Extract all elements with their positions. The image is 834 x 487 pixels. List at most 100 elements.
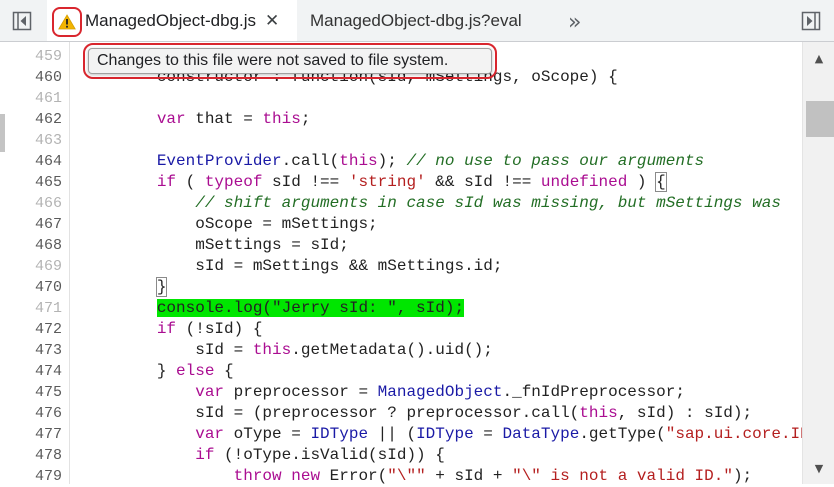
code-token: oType = (224, 425, 311, 443)
more-tabs-button[interactable]: » (568, 10, 581, 35)
tab-label: ManagedObject-dbg.js (85, 10, 257, 30)
panel-left-icon (12, 11, 32, 31)
code-token: this (339, 152, 378, 170)
code-line: // shift arguments in case sId was missi… (80, 193, 781, 214)
code-token: || ( (368, 425, 417, 443)
code-token: "sap.ui.core.ID" (665, 425, 802, 443)
line-number[interactable]: 476 (35, 403, 62, 424)
code-token: this (252, 341, 292, 359)
code-token: oScope = mSettings; (80, 215, 378, 233)
code-token: "\"" (387, 467, 426, 484)
code-token: mSettings = sId; (80, 236, 349, 254)
code-token: // shift arguments in case sId was missi… (195, 194, 781, 212)
code-token: throw new (80, 467, 321, 484)
code-token: ); (732, 467, 753, 484)
code-token: ._fnIdPreprocessor; (502, 383, 685, 401)
code-token: (!sId) { (176, 320, 263, 338)
code-token: ; (300, 110, 311, 128)
tab-managedobject-dbg[interactable]: ManagedObject-dbg.js ✕ (47, 0, 297, 41)
line-number[interactable]: 477 (35, 424, 62, 445)
line-number[interactable]: 467 (35, 214, 62, 235)
gutter-marker (0, 114, 5, 152)
line-number[interactable]: 473 (35, 340, 62, 361)
vertical-scrollbar[interactable]: ▲ ▼ (802, 42, 834, 484)
code-token: 'string' (348, 173, 426, 191)
code-token: IDType (416, 425, 474, 443)
line-number[interactable]: 474 (35, 361, 62, 382)
line-number[interactable]: 462 (35, 109, 62, 130)
code-line: var oType = IDType || (IDType = DataType… (80, 424, 802, 445)
code-token: ( (176, 173, 205, 191)
line-number[interactable]: 460 (35, 67, 62, 88)
code-token: typeof (204, 173, 263, 191)
code-token: // no use to pass our arguments (406, 152, 705, 170)
code-token: } (155, 277, 168, 297)
code-line: sId = mSettings && mSettings.id; (80, 256, 502, 277)
code-line: if (!oType.isValid(sId)) { (80, 445, 445, 466)
code-token: if (80, 446, 215, 464)
line-number[interactable]: 472 (35, 319, 62, 340)
warning-triangle-icon (58, 14, 76, 30)
code-token: Error( (320, 467, 388, 484)
code-token: sId = mSettings && mSettings.id; (80, 257, 503, 275)
panel-right-icon (801, 11, 821, 31)
unsaved-warning-badge[interactable] (52, 7, 82, 37)
line-number[interactable]: 466 (35, 193, 62, 214)
tab-managedobject-dbg-eval[interactable]: ManagedObject-dbg.js?eval (297, 0, 557, 41)
line-number[interactable]: 463 (35, 130, 62, 151)
code-editor[interactable]: constructor : function(sId, mSettings, o… (70, 42, 802, 484)
code-line: var that = this; (80, 109, 311, 130)
line-number[interactable]: 469 (35, 256, 62, 277)
code-token: { (655, 172, 667, 192)
code-token: sId = (preprocessor ? preprocessor.call( (80, 404, 580, 422)
highlighted-code: console.log("Jerry sId: ", sId); (156, 299, 465, 317)
line-number[interactable]: 475 (35, 382, 62, 403)
line-number[interactable]: 459 (35, 46, 62, 67)
scroll-up-arrow-icon[interactable]: ▲ (803, 52, 834, 65)
code-token: DataType (502, 425, 580, 443)
code-token: ) (627, 173, 657, 191)
code-line: sId = this.getMetadata().uid(); (80, 340, 493, 361)
line-number[interactable]: 464 (35, 151, 62, 172)
code-token: = (473, 425, 503, 443)
toggle-debugger-button[interactable] (801, 9, 821, 33)
code-token: + sId + (425, 467, 513, 484)
code-token: , sId) : sId); (617, 404, 753, 422)
code-token: "\" is not a valid ID." (512, 467, 733, 484)
code-token: that = (185, 110, 263, 128)
code-token: var (80, 425, 225, 443)
code-token: .call( (281, 152, 340, 170)
scroll-down-arrow-icon[interactable]: ▼ (803, 462, 834, 475)
code-line: if (!sId) { (80, 319, 263, 340)
code-token: } (80, 362, 177, 380)
code-line: } (80, 277, 168, 298)
code-line: mSettings = sId; (80, 235, 349, 256)
code-token: preprocessor = (224, 383, 378, 401)
code-line: if ( typeof sId !== 'string' && sId !== … (80, 172, 667, 193)
scroll-thumb[interactable] (806, 101, 834, 137)
code-token: var (80, 110, 186, 128)
code-token: undefined (540, 173, 628, 191)
toggle-navigator-button[interactable] (12, 9, 32, 33)
code-token: (!oType.isValid(sId)) { (214, 446, 445, 464)
line-number[interactable]: 470 (35, 277, 62, 298)
line-number[interactable]: 478 (35, 445, 62, 466)
line-number[interactable]: 471 (35, 298, 62, 319)
line-number[interactable]: 465 (35, 172, 62, 193)
code-token: this (579, 404, 618, 422)
line-number-gutter[interactable]: 459 460 461 462 463 464 465 466 467 468 469 470 471 4… (0, 42, 70, 485)
unsaved-changes-tooltip: Changes to this file were not saved to f… (88, 48, 492, 74)
code-line: sId = (preprocessor ? preprocessor.call(… (80, 403, 752, 424)
code-token: if (80, 173, 177, 191)
tab-label: ManagedObject-dbg.js?eval (310, 10, 522, 30)
close-tab-button[interactable]: ✕ (265, 11, 279, 31)
line-number[interactable]: 468 (35, 235, 62, 256)
line-number[interactable]: 461 (35, 88, 62, 109)
code-line: var preprocessor = ManagedObject._fnIdPr… (80, 382, 685, 403)
code-token: var (80, 383, 225, 401)
code-token: this (262, 110, 301, 128)
code-token: sId = (80, 341, 253, 359)
